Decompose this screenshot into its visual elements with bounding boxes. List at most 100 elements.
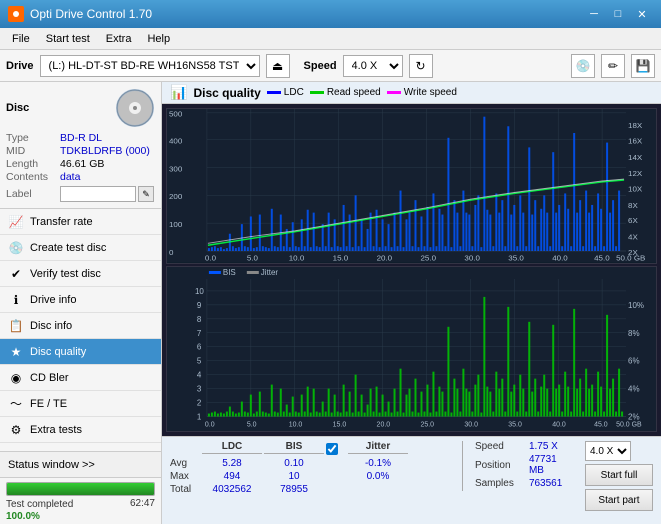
close-button[interactable]: ✕ [631,5,653,23]
svg-text:6X: 6X [628,216,639,225]
svg-text:200: 200 [169,192,183,201]
legend-read-label: Read speed [327,87,381,98]
svg-text:14X: 14X [628,153,643,162]
start-part-button[interactable]: Start part [585,489,653,511]
contents-value: data [60,171,80,183]
speed-select[interactable]: 4.0 X [343,55,403,77]
nav-fe-te[interactable]: 〜 FE / TE [0,391,161,417]
status-text: Test completed [6,498,73,511]
svg-text:5.0: 5.0 [247,421,257,428]
svg-text:0.0: 0.0 [205,421,215,428]
chart-title: Disc quality [193,86,260,100]
legend-write-color [387,91,401,94]
speed-val: 1.75 X [529,441,558,452]
charts-container: 0 100 200 300 400 500 2X 4X 6X 8X 10X 12… [162,104,661,436]
maximize-button[interactable]: □ [607,5,629,23]
eject-button[interactable]: ⏏ [266,54,290,78]
mid-value: TDKBLDRFB (000) [60,145,150,157]
svg-text:10%: 10% [628,300,644,309]
total-bis: 78955 [280,484,308,495]
nav-cd-bler-label: CD Bler [30,372,69,384]
nav-cd-bler[interactable]: ◉ CD Bler [0,365,161,391]
nav-disc-quality[interactable]: ★ Disc quality [0,339,161,365]
status-window-button[interactable]: Status window >> [0,452,161,478]
label-key: Label [6,188,60,200]
drivebar: Drive (L:) HL-DT-ST BD-RE WH16NS58 TST4 … [0,50,661,82]
nav-create-test-disc-label: Create test disc [30,242,106,254]
status-section: Status window >> Test completed 62:47 10… [0,451,161,524]
minimize-button[interactable]: ─ [583,5,605,23]
svg-text:40.0: 40.0 [552,421,566,428]
nav-transfer-rate-label: Transfer rate [30,216,93,228]
main-layout: Disc Type BD-R DL MID TDKBLDRFB (000) Le… [0,82,661,524]
pencil-button[interactable]: ✏ [601,54,625,78]
svg-text:50.0 GB: 50.0 GB [616,254,645,263]
legend-ldc: LDC [267,87,304,98]
svg-text:100: 100 [169,220,183,229]
svg-text:12X: 12X [628,169,643,178]
fe-te-icon: 〜 [8,396,24,412]
drive-select[interactable]: (L:) HL-DT-ST BD-RE WH16NS58 TST4 [40,55,260,77]
start-full-button[interactable]: Start full [585,464,653,486]
menu-help[interactable]: Help [139,31,178,47]
svg-text:10: 10 [195,286,204,295]
svg-text:6%: 6% [628,356,640,365]
nav-drive-info-label: Drive info [30,294,76,306]
svg-text:30.0: 30.0 [464,254,480,263]
svg-text:15.0: 15.0 [333,254,349,263]
svg-text:40.0: 40.0 [552,254,568,263]
nav-drive-info[interactable]: ℹ Drive info [0,287,161,313]
speed-dropdown-select[interactable]: 4.0 X [585,441,631,461]
nav-extra-tests[interactable]: ⚙ Extra tests [0,417,161,443]
svg-text:10.0: 10.0 [289,254,305,263]
menubar: File Start test Extra Help [0,28,661,50]
nav-create-test-disc[interactable]: 💿 Create test disc [0,235,161,261]
save-button[interactable]: 💾 [631,54,655,78]
max-ldc: 494 [224,471,241,482]
svg-text:3: 3 [197,384,202,393]
extra-tests-icon: ⚙ [8,422,24,438]
svg-text:4X: 4X [628,233,639,242]
nav-disc-quality-label: Disc quality [30,346,86,358]
svg-text:16X: 16X [628,137,643,146]
avg-ldc: 5.28 [222,458,241,469]
chart-ldc: 0 100 200 300 400 500 2X 4X 6X 8X 10X 12… [166,108,657,264]
label-input[interactable] [60,186,136,202]
svg-text:20.0: 20.0 [377,254,393,263]
svg-text:20.0: 20.0 [377,421,391,428]
refresh-button[interactable]: ↻ [409,54,433,78]
svg-text:400: 400 [169,137,183,146]
svg-text:18X: 18X [628,121,643,130]
type-key: Type [6,132,60,144]
nav-disc-info[interactable]: 📋 Disc info [0,313,161,339]
menu-file[interactable]: File [4,31,38,47]
svg-text:35.0: 35.0 [508,421,522,428]
svg-text:8X: 8X [628,201,639,210]
svg-text:15.0: 15.0 [333,421,347,428]
max-label: Max [170,471,200,482]
disc-panel: Disc Type BD-R DL MID TDKBLDRFB (000) Le… [0,82,161,209]
window-controls: ─ □ ✕ [583,5,653,23]
nav-extra-tests-label: Extra tests [30,424,82,436]
bis-header: BIS [264,441,324,454]
svg-text:45.0: 45.0 [594,421,608,428]
length-key: Length [6,158,60,170]
total-label: Total [170,484,200,495]
jitter-checkbox[interactable] [326,443,338,455]
svg-text:10X: 10X [628,185,643,194]
nav-verify-test-disc[interactable]: ✔ Verify test disc [0,261,161,287]
nav-transfer-rate[interactable]: 📈 Transfer rate [0,209,161,235]
disc-info-icon: 📋 [8,318,24,334]
svg-text:25.0: 25.0 [420,421,434,428]
samples-val: 763561 [529,478,562,489]
legend-write: Write speed [387,87,457,98]
disc-button[interactable]: 💿 [571,54,595,78]
svg-text:Jitter: Jitter [261,267,279,276]
svg-text:25.0: 25.0 [420,254,436,263]
menu-start-test[interactable]: Start test [38,31,98,47]
svg-text:500: 500 [169,110,183,119]
create-test-disc-icon: 💿 [8,240,24,256]
svg-text:1: 1 [197,412,202,421]
menu-extra[interactable]: Extra [98,31,140,47]
label-edit-button[interactable]: ✎ [138,186,154,202]
